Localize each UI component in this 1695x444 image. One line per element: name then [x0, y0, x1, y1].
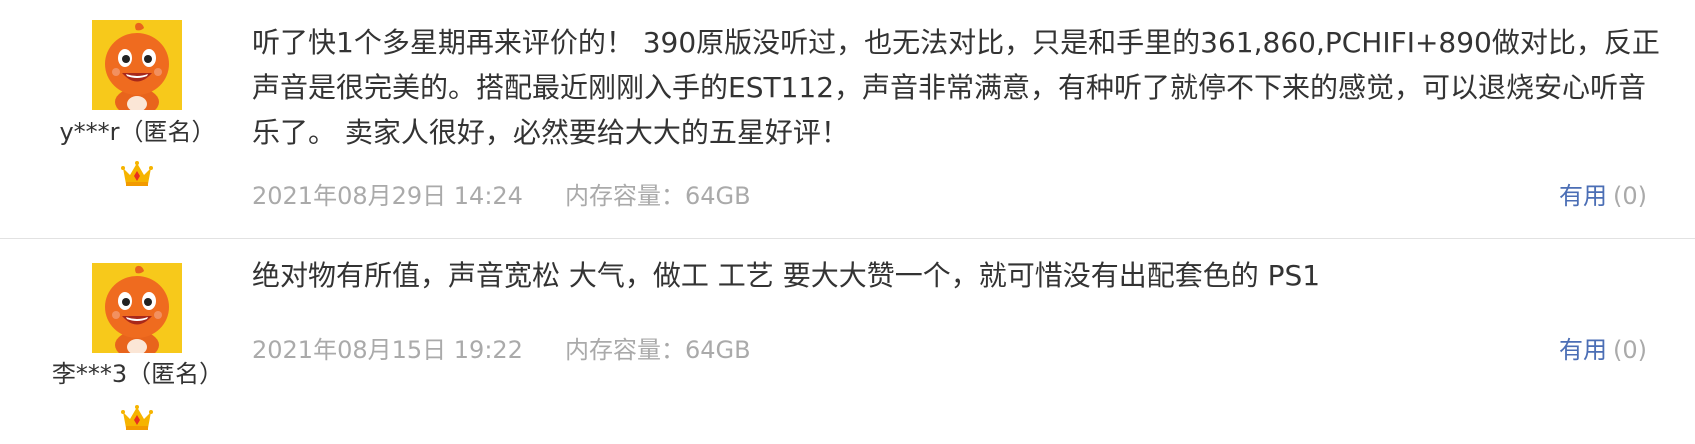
mascot-icon	[92, 20, 182, 110]
username: 李***3（匿名）	[51, 360, 224, 388]
review-date: 2021年08月15日 19:22	[252, 336, 523, 364]
review-meta: 2021年08月29日 14:24 内存容量：64GB	[252, 181, 751, 211]
avatar[interactable]	[92, 20, 182, 110]
review-text: 听了快1个多星期再来评价的！ 390原版没听过，也无法对比，只是和手里的361,…	[252, 26, 1660, 149]
review-text: 绝对物有所值，声音宽松 大气，做工 工艺 要大大赞一个，就可惜没有出配套色的 P…	[252, 259, 1321, 292]
useful-button[interactable]: 有用 (0)	[1559, 181, 1647, 211]
useful-label[interactable]: 有用	[1559, 336, 1607, 364]
useful-count: (0)	[1613, 182, 1647, 210]
product-spec: 内存容量：64GB	[564, 336, 751, 364]
username: y***r（匿名）	[59, 118, 216, 146]
useful-label[interactable]: 有用	[1559, 182, 1607, 210]
member-crown-icon	[120, 160, 154, 188]
member-crown-icon	[120, 404, 154, 432]
avatar[interactable]	[92, 263, 182, 353]
product-spec: 内存容量：64GB	[564, 182, 751, 210]
review-date: 2021年08月29日 14:24	[252, 182, 523, 210]
useful-count: (0)	[1613, 336, 1647, 364]
useful-button[interactable]: 有用 (0)	[1559, 335, 1647, 365]
review-item: y***r（匿名） 听了快1个多星期再来评价的！ 390原版没听过，也无法对比，…	[0, 0, 1695, 239]
review-item: 李***3（匿名） 绝对物有所值，声音宽松 大气，做工 工艺 要大大赞一个，就可…	[0, 239, 1695, 444]
mascot-icon	[92, 263, 182, 353]
review-meta: 2021年08月15日 19:22 内存容量：64GB	[252, 335, 751, 365]
